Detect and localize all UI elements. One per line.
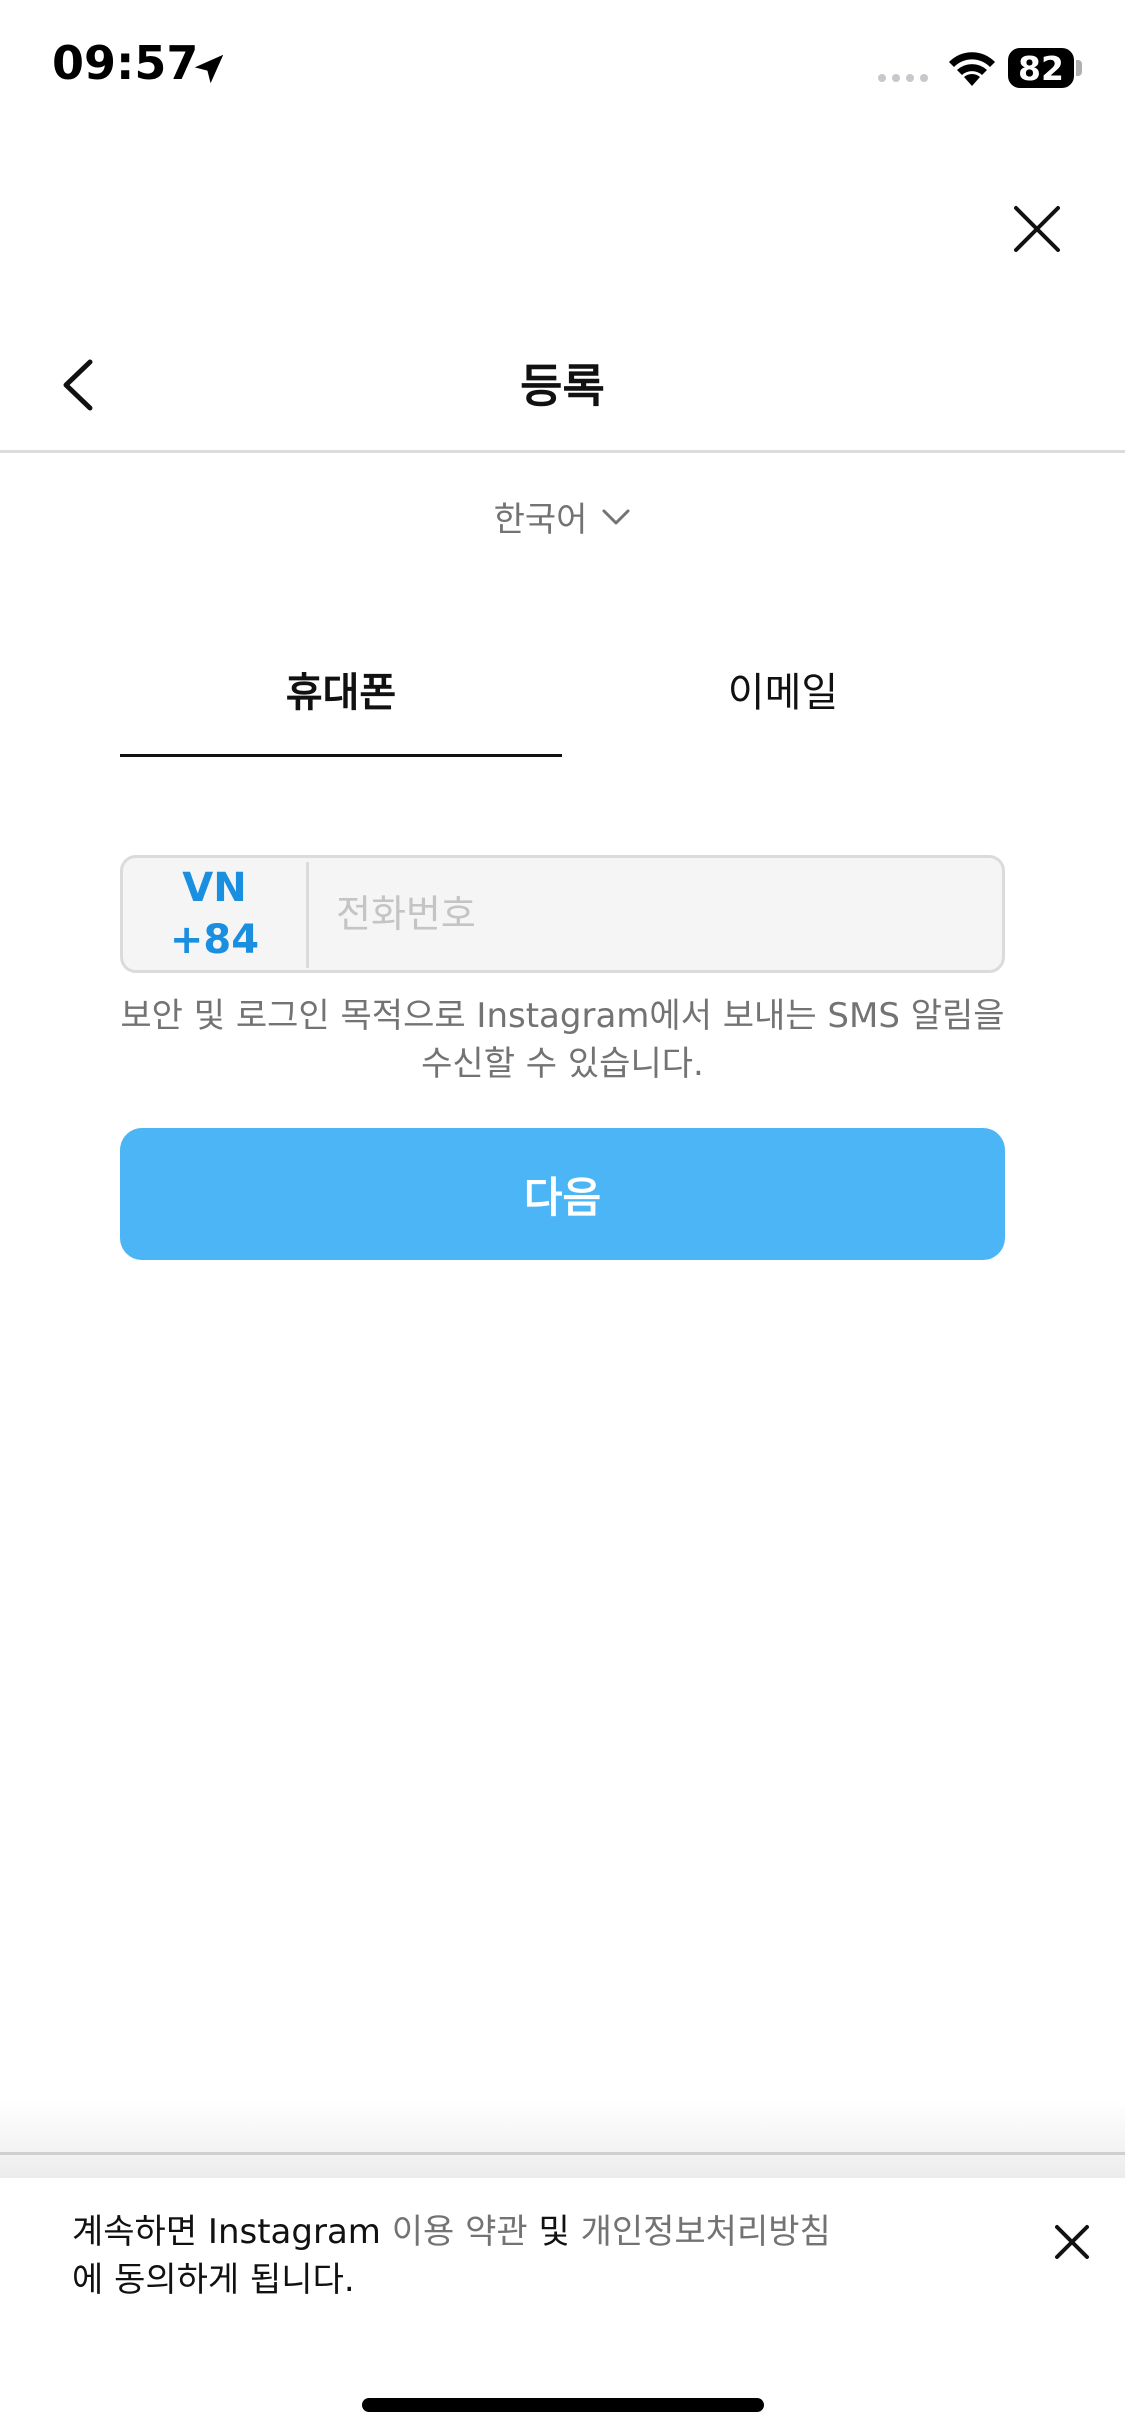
- status-time: 09:57: [52, 36, 199, 90]
- privacy-policy-link[interactable]: 개인정보처리방침: [581, 2212, 831, 2252]
- dial-code: +84: [169, 917, 260, 963]
- battery-cap: [1076, 60, 1082, 76]
- next-button[interactable]: 다음: [120, 1128, 1005, 1260]
- terms-close-icon[interactable]: [1052, 2222, 1092, 2262]
- battery-level: 82: [1018, 48, 1064, 88]
- active-tab-indicator: [120, 754, 562, 757]
- chevron-down-icon: [602, 509, 630, 524]
- page-title: 등록: [520, 359, 605, 413]
- language-label: 한국어: [493, 500, 588, 540]
- close-icon[interactable]: [1008, 200, 1066, 258]
- phone-number-input[interactable]: [312, 858, 1002, 970]
- home-indicator: [362, 2398, 764, 2412]
- bottom-shadow: [0, 2100, 1125, 2178]
- terms-suffix: 에 동의하게 됩니다.: [72, 2260, 355, 2300]
- battery-icon: 82: [1008, 48, 1074, 88]
- tab-email[interactable]: 이메일: [562, 660, 1004, 718]
- signal-dots-icon: [878, 74, 928, 82]
- sms-notice: 보안 및 로그인 목적으로 Instagram에서 보내는 SMS 알림을 수신…: [120, 996, 1005, 1084]
- language-selector[interactable]: 한국어: [0, 492, 1125, 541]
- header-divider: [0, 450, 1125, 453]
- country-code-selector[interactable]: VN +84: [123, 858, 306, 970]
- tab-phone[interactable]: 휴대폰: [120, 660, 562, 718]
- terms-middle: 및: [527, 2212, 581, 2252]
- wifi-icon: [949, 52, 995, 86]
- terms-of-use-link[interactable]: 이용 약관: [392, 2212, 528, 2252]
- bottom-divider: [0, 2152, 1125, 2155]
- terms-prefix: 계속하면 Instagram: [72, 2212, 392, 2252]
- terms-notice: 계속하면 Instagram 이용 약관 및 개인정보처리방침에 동의하게 됩니…: [72, 2208, 932, 2304]
- country-code-divider: [306, 862, 309, 968]
- country-code: VN: [182, 865, 247, 911]
- location-arrow-icon: [194, 54, 224, 84]
